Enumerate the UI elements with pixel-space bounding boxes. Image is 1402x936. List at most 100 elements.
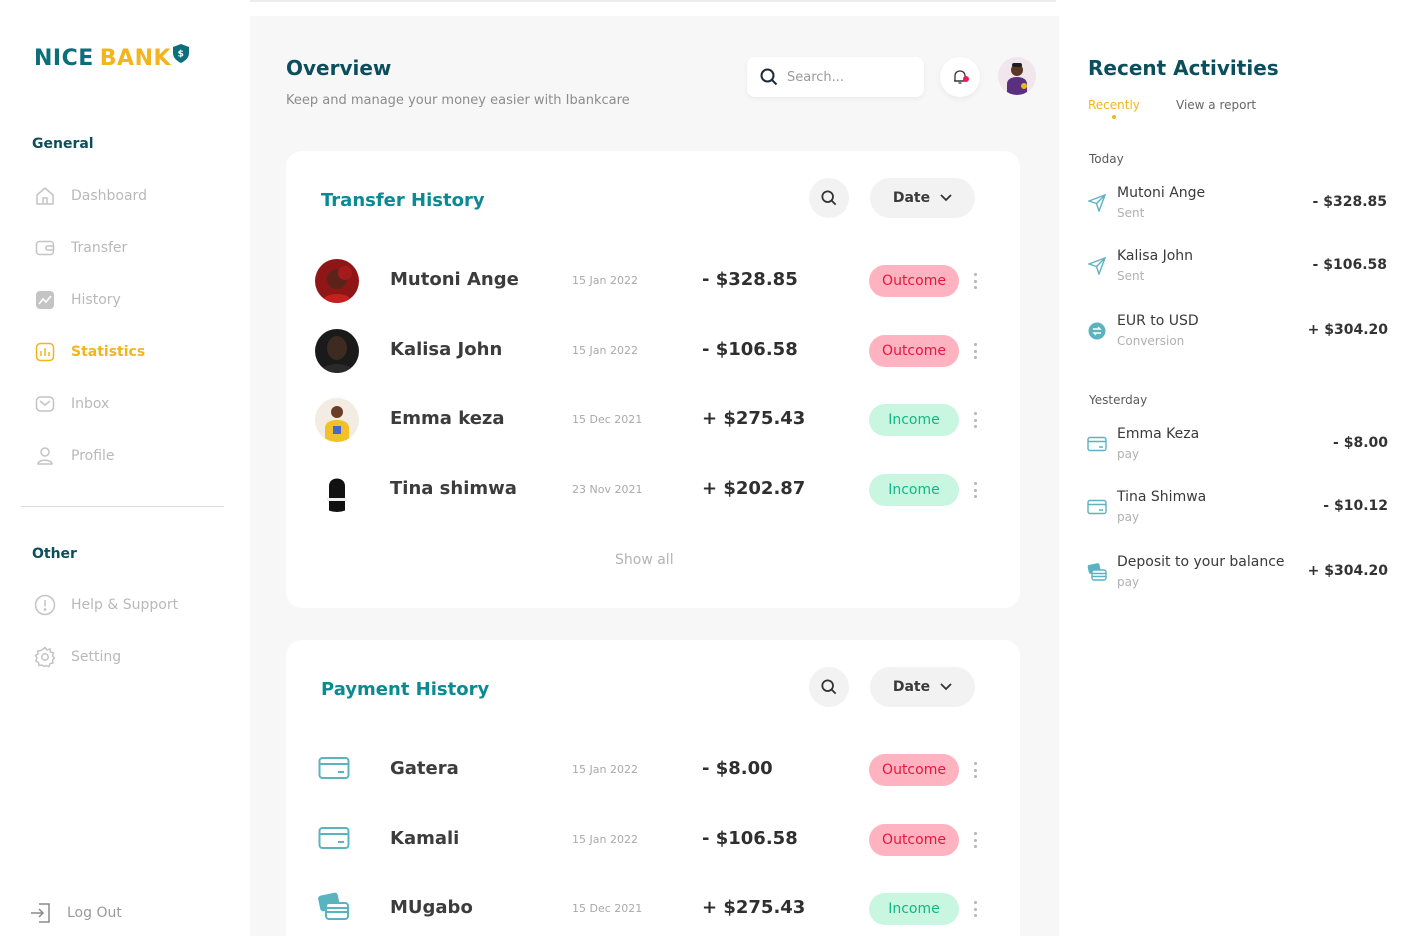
search-input[interactable]: [787, 69, 912, 85]
logout-button[interactable]: Log Out: [30, 899, 122, 927]
svg-text:$: $: [178, 50, 185, 60]
sidebar-item-profile[interactable]: Profile: [34, 442, 115, 470]
list-item[interactable]: Tina Shimwa pay - $10.12: [1087, 489, 1388, 529]
row-menu-button[interactable]: [969, 899, 981, 919]
activity-title: Kalisa John: [1117, 248, 1194, 264]
status-badge: Outcome: [869, 754, 959, 786]
list-item[interactable]: Emma Keza pay - $8.00: [1087, 426, 1388, 466]
active-tab-indicator: [1112, 115, 1116, 119]
payment-date-filter[interactable]: Date: [870, 667, 975, 707]
row-date: 15 Dec 2021: [572, 413, 643, 426]
group-yesterday-label: Yesterday: [1089, 393, 1148, 407]
bank-logo[interactable]: NICE BANK $: [34, 44, 190, 71]
activity-title: Tina Shimwa: [1117, 489, 1207, 505]
activity-amount: + $304.20: [1307, 322, 1388, 338]
recent-activities-title: Recent Activities: [1088, 56, 1279, 80]
credit-card-icon: [318, 756, 350, 784]
sidebar-item-label: Dashboard: [71, 188, 147, 204]
sidebar-item-inbox[interactable]: Inbox: [34, 390, 109, 418]
user-avatar[interactable]: [998, 57, 1036, 95]
row-name: Kalisa John: [390, 339, 503, 360]
table-row[interactable]: Kalisa John 15 Jan 2022 - $106.58 Outcom…: [315, 329, 995, 373]
status-badge: Income: [869, 404, 959, 436]
chevron-down-icon: [940, 194, 952, 202]
wallet-icon: [34, 237, 56, 259]
bar-chart-icon: [34, 341, 56, 363]
row-date: 15 Jan 2022: [572, 763, 638, 776]
row-amount: + $202.87: [702, 478, 806, 499]
table-row[interactable]: MUgabo 15 Dec 2021 + $275.43 Income: [315, 887, 995, 931]
row-name: MUgabo: [390, 897, 473, 918]
row-menu-button[interactable]: [969, 480, 981, 500]
row-date: 15 Jan 2022: [572, 833, 638, 846]
gear-icon: [34, 646, 56, 668]
payment-search-button[interactable]: [809, 667, 849, 707]
sidebar-item-help-support[interactable]: Help & Support: [34, 591, 178, 619]
row-date: 15 Jan 2022: [572, 344, 638, 357]
row-date: 15 Dec 2021: [572, 902, 643, 915]
row-menu-button[interactable]: [969, 271, 981, 291]
search-box[interactable]: [747, 57, 924, 97]
row-amount: + $275.43: [702, 408, 806, 429]
activity-subtitle: Conversion: [1117, 334, 1185, 348]
transfer-date-filter[interactable]: Date: [870, 178, 975, 218]
cards-stack-icon: [318, 892, 350, 926]
table-row[interactable]: Emma keza 15 Dec 2021 + $275.43 Income: [315, 398, 995, 442]
logout-label: Log Out: [67, 905, 122, 921]
sidebar-item-statistics[interactable]: Statistics: [34, 338, 145, 366]
sidebar-item-dashboard[interactable]: Dashboard: [34, 182, 147, 210]
activity-subtitle: pay: [1117, 575, 1140, 589]
transfer-history-card: Transfer History Date Mutoni Ange 15 Jan…: [286, 151, 1020, 608]
row-menu-button[interactable]: [969, 760, 981, 780]
table-row[interactable]: Gatera 15 Jan 2022 - $8.00 Outcome: [315, 748, 995, 792]
activity-title: Mutoni Ange: [1117, 185, 1206, 201]
row-menu-button[interactable]: [969, 830, 981, 850]
tab-recently[interactable]: Recently: [1088, 98, 1140, 112]
mail-icon: [34, 393, 56, 415]
sidebar-item-label: History: [71, 292, 121, 308]
row-date: 15 Jan 2022: [572, 274, 638, 287]
list-item[interactable]: Deposit to your balance pay + $304.20: [1087, 554, 1388, 594]
row-name: Emma keza: [390, 408, 505, 429]
list-item[interactable]: EUR to USD Conversion + $304.20: [1087, 313, 1388, 353]
avatar: [315, 329, 359, 373]
row-menu-button[interactable]: [969, 341, 981, 361]
credit-card-icon: [318, 826, 350, 854]
home-icon: [34, 185, 56, 207]
show-all-link[interactable]: Show all: [615, 552, 674, 568]
sidebar-item-label: Inbox: [71, 396, 110, 412]
avatar: [315, 259, 359, 303]
table-row[interactable]: Tina shimwa 23 Nov 2021 + $202.87 Income: [315, 468, 995, 512]
list-item[interactable]: Mutoni Ange Sent - $328.85: [1087, 185, 1387, 225]
row-amount: + $275.43: [702, 897, 806, 918]
list-item[interactable]: Kalisa John Sent - $106.58: [1087, 248, 1387, 288]
user-icon: [34, 445, 56, 467]
notification-button[interactable]: [940, 57, 980, 97]
table-row[interactable]: Mutoni Ange 15 Jan 2022 - $328.85 Outcom…: [315, 259, 995, 303]
group-today-label: Today: [1089, 152, 1124, 166]
credit-card-icon: [1087, 434, 1107, 454]
status-badge: Income: [869, 474, 959, 506]
activity-subtitle: pay: [1117, 510, 1140, 524]
sidebar-item-setting[interactable]: Setting: [34, 643, 121, 671]
sidebar-item-label: Setting: [71, 649, 122, 665]
status-badge: Outcome: [869, 265, 959, 297]
status-badge: Outcome: [869, 335, 959, 367]
tab-view-report[interactable]: View a report: [1176, 98, 1256, 112]
logout-icon: [30, 902, 52, 924]
sidebar-item-label: Help & Support: [71, 597, 179, 613]
row-menu-button[interactable]: [969, 410, 981, 430]
search-icon: [821, 679, 837, 695]
row-amount: - $328.85: [702, 269, 798, 290]
table-row[interactable]: Kamali 15 Jan 2022 - $106.58 Outcome: [315, 818, 995, 862]
sidebar-item-history[interactable]: History: [34, 286, 121, 314]
transfer-search-button[interactable]: [809, 178, 849, 218]
avatar: [315, 468, 359, 512]
credit-card-icon: [1087, 497, 1107, 517]
nav-section-other: Other: [32, 546, 77, 562]
payment-history-title: Payment History: [321, 679, 490, 700]
row-name: Tina shimwa: [390, 478, 517, 499]
sidebar-divider: [21, 506, 224, 507]
sidebar-item-transfer[interactable]: Transfer: [34, 234, 127, 262]
activity-subtitle: Sent: [1117, 206, 1145, 220]
